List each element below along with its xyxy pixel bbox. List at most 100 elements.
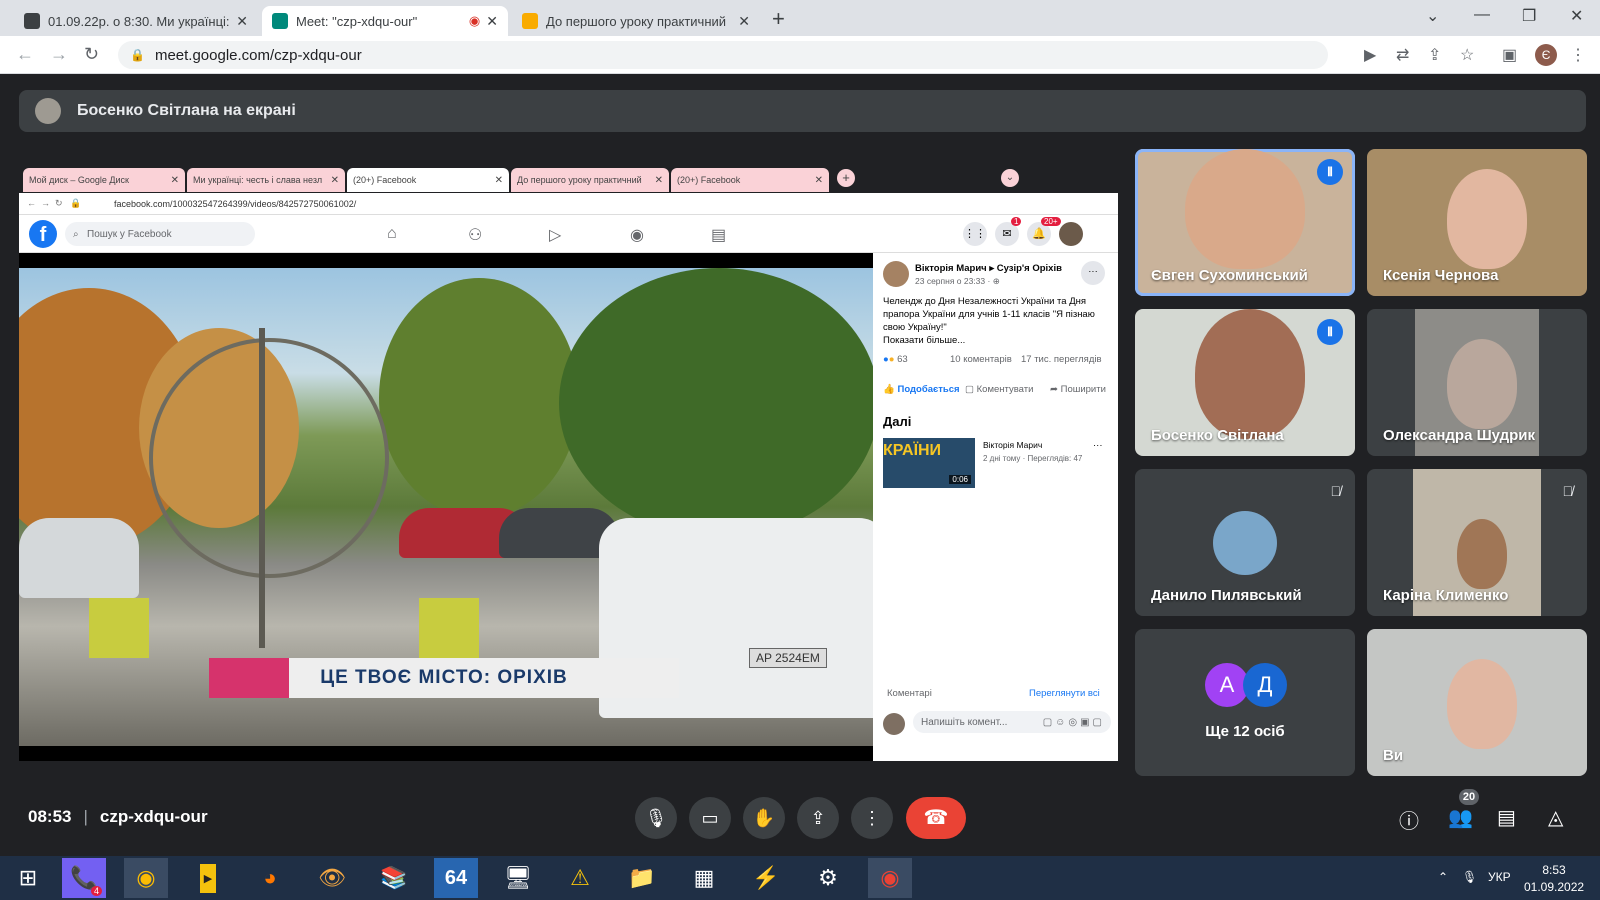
people-count-badge: 20 bbox=[1459, 789, 1479, 805]
apps-grid-icon: ⋮⋮ bbox=[963, 222, 987, 246]
file-explorer-app[interactable]: 📁 bbox=[620, 858, 664, 898]
media-app[interactable]: ⚠ bbox=[558, 858, 602, 898]
present-button[interactable]: ⇪ bbox=[797, 797, 839, 839]
address-toolbar: ← → ↻ 🔒 meet.google.com/czp-xdqu-our ▶ ⇄… bbox=[0, 36, 1600, 74]
license-plate: AP 2524EM bbox=[749, 648, 827, 668]
participant-tile[interactable]: Олександра Шудрик bbox=[1367, 309, 1587, 456]
participant-tile[interactable]: 🎙̸ Данило Пилявський bbox=[1135, 469, 1355, 616]
tray-overflow-icon[interactable]: ⌃ bbox=[1438, 870, 1448, 884]
shared-browser-tabs: Мой диск – Google Диск ✕ Ми українці: чес… bbox=[19, 163, 1118, 193]
winrar-app[interactable]: 📚 bbox=[372, 858, 416, 898]
chat-icon[interactable]: ▤ bbox=[1497, 805, 1516, 830]
facebook-logo: f bbox=[29, 220, 57, 248]
bookmark-star-icon[interactable]: ☆ bbox=[1460, 45, 1474, 65]
reactions: ●● 63 bbox=[883, 354, 908, 365]
meeting-details-icon[interactable]: ⓘ bbox=[1399, 805, 1419, 834]
self-view-tile[interactable]: Ви bbox=[1367, 629, 1587, 776]
post-author: Вікторія Марич ▸ Сузір'я Оріхів bbox=[915, 263, 1062, 274]
messenger-app[interactable]: ⚡ bbox=[744, 858, 788, 898]
recording-icon: ◉ bbox=[468, 13, 481, 28]
translate-icon[interactable]: ⇄ bbox=[1396, 45, 1409, 65]
side-panel-icon[interactable]: ▣ bbox=[1502, 45, 1517, 65]
close-tab-icon[interactable]: ✕ bbox=[738, 13, 750, 30]
groups-icon: ◉ bbox=[630, 227, 644, 244]
profile-avatar[interactable]: Є bbox=[1535, 44, 1557, 66]
tab-search-icon[interactable]: ⌄ bbox=[1426, 6, 1439, 26]
notifications-badge: 20+ bbox=[1041, 217, 1061, 226]
globe-icon: ⊕ bbox=[992, 276, 1000, 286]
microphone-button[interactable]: 🎙 bbox=[635, 797, 677, 839]
video-feed bbox=[1195, 309, 1305, 439]
meet-icon bbox=[272, 13, 288, 29]
participant-tile[interactable]: Ксенія Чернова bbox=[1367, 149, 1587, 296]
mic-tray-icon[interactable]: 🎙 bbox=[1462, 870, 1477, 884]
present-screen-icon: ⇪ bbox=[810, 808, 826, 828]
language-indicator[interactable]: УКР bbox=[1488, 870, 1511, 884]
raise-hand-button[interactable]: ✋ bbox=[743, 797, 785, 839]
post-date: 23 серпня о 23:33 · ⊕ bbox=[915, 276, 1000, 286]
participant-name: Євген Сухоминський bbox=[1151, 267, 1308, 284]
more-participants-label: Ще 12 осіб bbox=[1205, 723, 1285, 740]
eye-app[interactable]: 👁 bbox=[310, 858, 354, 898]
participant-name: Олександра Шудрик bbox=[1383, 427, 1536, 444]
participant-avatar bbox=[1213, 511, 1277, 575]
back-icon[interactable]: ← bbox=[16, 44, 34, 65]
reload-icon[interactable]: ↻ bbox=[84, 44, 99, 65]
lightning-icon: ⚡ bbox=[752, 865, 780, 890]
menu-icon[interactable]: ⋮ bbox=[1570, 45, 1586, 65]
new-tab-button[interactable]: + bbox=[772, 6, 785, 32]
participant-tile[interactable]: ⦀ Босенко Світлана bbox=[1135, 309, 1355, 456]
chrome-app-2[interactable]: ◉ bbox=[868, 858, 912, 898]
next-video-author: Вікторія Марич bbox=[983, 440, 1043, 450]
player-app[interactable]: ▶ bbox=[186, 858, 230, 898]
forward-icon[interactable]: → bbox=[50, 44, 68, 65]
chrome-app-1[interactable]: ◉ bbox=[124, 858, 168, 898]
people-icon[interactable]: 👥 bbox=[1448, 805, 1473, 830]
messenger-badge: 1 bbox=[1011, 217, 1022, 226]
shared-address-bar: ← → ↻ 🔒 facebook.com/100032547264399/vid… bbox=[19, 193, 1118, 215]
aida64-app[interactable]: 64 bbox=[434, 858, 478, 898]
camera-indicator-icon[interactable]: ▶ bbox=[1364, 45, 1376, 65]
start-button[interactable]: ⊞ bbox=[6, 858, 50, 898]
url-bar[interactable]: 🔒 meet.google.com/czp-xdqu-our bbox=[118, 41, 1328, 69]
ferris-wheel-shape bbox=[149, 338, 389, 578]
steam-app[interactable]: ⚙ bbox=[806, 858, 850, 898]
comment-action: ▢ Коментувати bbox=[965, 384, 1034, 395]
share-icon[interactable]: ⇪ bbox=[1428, 45, 1441, 65]
taskbar-clock[interactable]: 8:53 01.09.2022 bbox=[1524, 862, 1584, 896]
video-frame: AP 2524EM ЦЕ ТВОЄ МІСТО: ОРІХІВ bbox=[19, 268, 873, 746]
camera-button[interactable]: ▭ bbox=[689, 797, 731, 839]
close-window-button[interactable]: ✕ bbox=[1570, 6, 1583, 26]
close-tab-icon[interactable]: ✕ bbox=[486, 13, 498, 30]
close-tab-icon[interactable]: ✕ bbox=[236, 13, 248, 30]
planter-shape bbox=[89, 598, 149, 658]
participant-tile[interactable]: ⦀ Євген Сухоминський bbox=[1135, 149, 1355, 296]
calculator-icon: ▦ bbox=[693, 865, 715, 890]
participant-tile[interactable]: 🎙̸ Каріна Клименко bbox=[1367, 469, 1587, 616]
video-feed bbox=[1457, 519, 1507, 589]
presenter-avatar bbox=[35, 98, 61, 124]
more-participants-tile[interactable]: А Д Ще 12 осіб bbox=[1135, 629, 1355, 776]
calculator-app[interactable]: ▦ bbox=[682, 858, 726, 898]
browser-tab-3[interactable]: До першого уроку практичний ✕ bbox=[512, 6, 760, 36]
tree-shape bbox=[379, 278, 579, 518]
minimize-button[interactable]: — bbox=[1474, 6, 1490, 24]
maximize-button[interactable]: ❐ bbox=[1522, 6, 1536, 26]
next-heading: Далі bbox=[883, 414, 912, 429]
speaking-indicator-icon: ⦀ bbox=[1317, 159, 1343, 185]
avast-app[interactable]: ◕ bbox=[248, 858, 292, 898]
network-app[interactable]: 🖥 bbox=[496, 858, 540, 898]
browser-tab-meet[interactable]: Meet: "czp-xdqu-our" ◉ ✕ bbox=[262, 6, 508, 36]
thumbs-up-icon: 👍 bbox=[883, 384, 895, 395]
leave-call-button[interactable]: ☎ bbox=[906, 797, 966, 839]
video-feed bbox=[1185, 149, 1305, 269]
more-options-button[interactable]: ⋮ bbox=[851, 797, 893, 839]
lock-icon: 🔒 bbox=[130, 48, 145, 62]
folder-icon: 📁 bbox=[628, 865, 656, 890]
activities-icon[interactable]: ◬ bbox=[1548, 805, 1563, 830]
video-feed bbox=[1447, 659, 1517, 749]
like-action: 👍 Подобається bbox=[883, 384, 960, 395]
viber-app[interactable]: 📞 4 bbox=[62, 858, 106, 898]
browser-tab-1[interactable]: 01.09.22р. о 8:30. Ми українці: ч ✕ bbox=[14, 6, 258, 36]
shared-tab-2: Ми українці: честь і слава незл ✕ bbox=[187, 168, 345, 192]
